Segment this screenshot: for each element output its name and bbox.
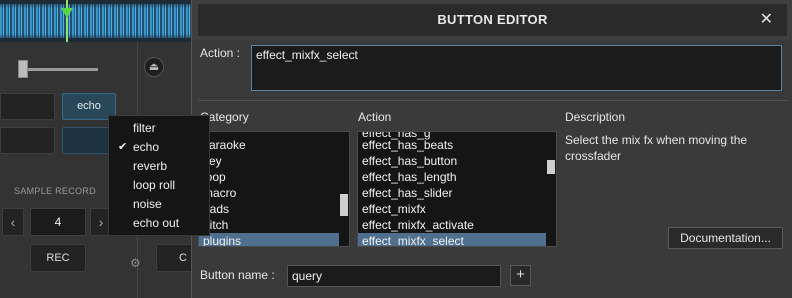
menu-item-reverb[interactable]: reverb: [109, 157, 209, 176]
close-icon[interactable]: ✕: [760, 4, 773, 36]
action-textarea[interactable]: effect_mixfx_select: [251, 45, 782, 91]
documentation-button[interactable]: Documentation...: [668, 227, 783, 249]
scrollbar-thumb[interactable]: [340, 194, 348, 216]
sample-count-display: 4: [30, 208, 86, 236]
category-list[interactable]: g karaoke key loop macro pads pitch plug…: [198, 131, 350, 247]
playhead-marker-icon: [61, 8, 73, 18]
menu-item-echo[interactable]: ✔ echo: [109, 138, 209, 157]
dialog-title: BUTTON EDITOR: [437, 12, 548, 27]
list-item-selected[interactable]: effect_mixfx_select: [358, 233, 547, 246]
playhead: [66, 0, 68, 42]
pitch-slider-track[interactable]: [20, 68, 98, 71]
action-scrollbar[interactable]: [546, 132, 556, 246]
pitch-slider-knob[interactable]: [18, 60, 28, 78]
list-item[interactable]: loop: [199, 169, 340, 185]
list-item-selected[interactable]: plugins: [199, 233, 340, 246]
list-item[interactable]: pads: [199, 201, 340, 217]
list-item[interactable]: pitch: [199, 217, 340, 233]
list-item[interactable]: macro: [199, 185, 340, 201]
pad-button[interactable]: [0, 93, 55, 120]
list-item[interactable]: effect_mixfx_activate: [358, 217, 547, 233]
eject-icon[interactable]: ⏏: [144, 57, 164, 77]
menu-item-noise[interactable]: noise: [109, 195, 209, 214]
waveform[interactable]: [0, 0, 200, 42]
checkmark-icon: ✔: [118, 141, 128, 153]
category-scrollbar[interactable]: [339, 132, 349, 246]
list-item[interactable]: effect_has_button: [358, 153, 547, 169]
button-editor-dialog: BUTTON EDITOR ✕ Action : effect_mixfx_se…: [191, 0, 792, 298]
button-name-label: Button name :: [200, 268, 275, 282]
scrollbar-thumb[interactable]: [547, 160, 555, 174]
rec-button[interactable]: REC: [30, 244, 86, 272]
action-header: Action: [358, 110, 392, 124]
dialog-titlebar[interactable]: BUTTON EDITOR ✕: [192, 0, 792, 40]
action-label: Action :: [200, 46, 241, 60]
list-item[interactable]: key: [199, 153, 340, 169]
list-item[interactable]: effect_has_length: [358, 169, 547, 185]
c-button[interactable]: C: [156, 244, 196, 272]
button-name-input[interactable]: query: [287, 265, 501, 287]
list-item[interactable]: effect_has_slider: [358, 185, 547, 201]
divider: [198, 100, 787, 101]
pad-button[interactable]: [0, 127, 55, 154]
description-header: Description: [565, 110, 626, 124]
prev-sample-button[interactable]: ‹: [2, 208, 24, 236]
menu-item-loop-roll[interactable]: loop roll: [109, 176, 209, 195]
list-item[interactable]: effect_mixfx: [358, 201, 547, 217]
effect-dropdown-menu: filter ✔ echo reverb loop roll noise ech…: [108, 115, 210, 236]
menu-item-filter[interactable]: filter: [109, 119, 209, 138]
description-text: Select the mix fx when moving the crossf…: [565, 133, 748, 163]
list-item[interactable]: karaoke: [199, 137, 340, 153]
menu-item-echo-out[interactable]: echo out: [109, 214, 209, 233]
gear-icon[interactable]: ⚙: [130, 256, 141, 270]
list-item[interactable]: effect_has_beats: [358, 137, 547, 153]
action-list[interactable]: effect_has_g effect_has_beats effect_has…: [357, 131, 557, 247]
add-button[interactable]: +: [510, 265, 531, 286]
sample-record-label: SAMPLE RECORD: [14, 186, 96, 196]
